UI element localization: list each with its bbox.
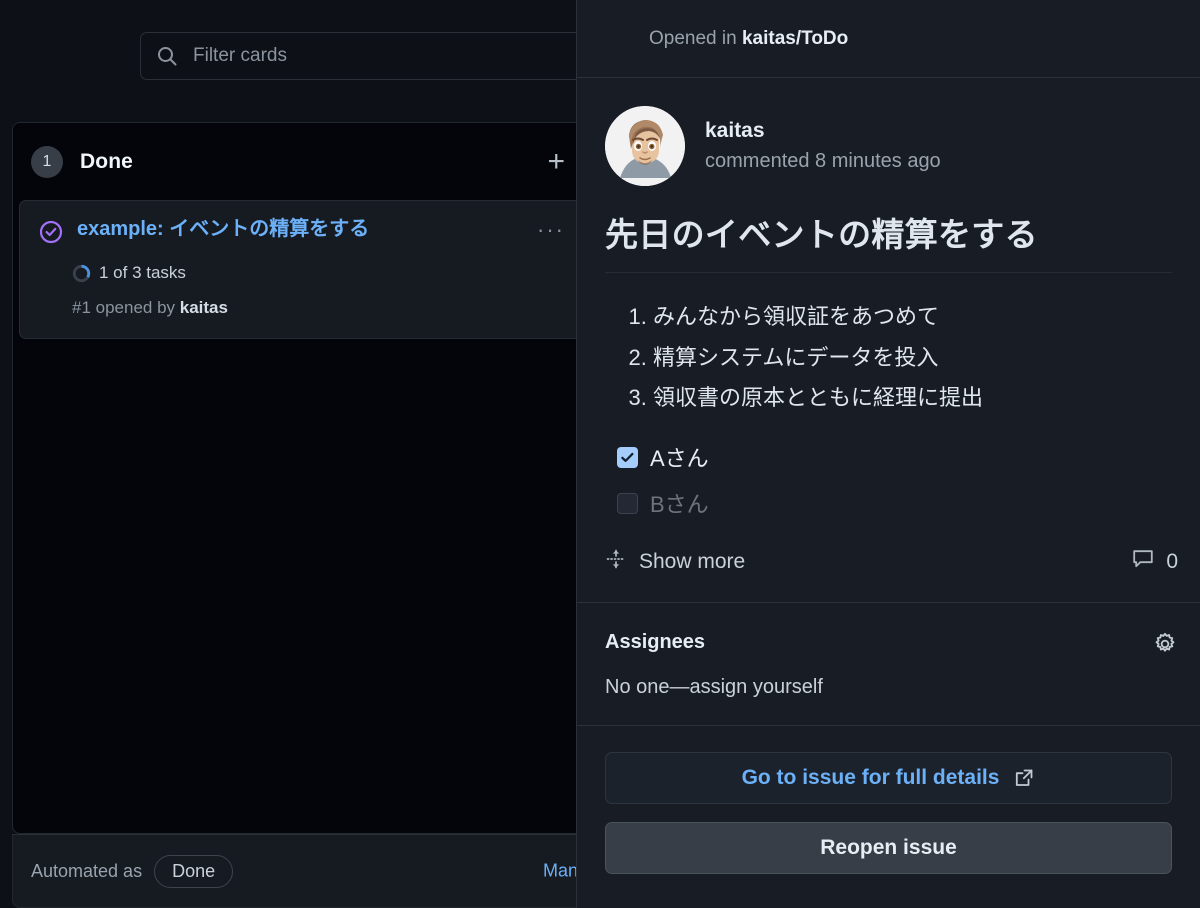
panel-topbar: Opened in kaitas/ToDo: [577, 0, 1200, 78]
board-card[interactable]: example: イベントの精算をする ··· 1 of 3 tasks #1 …: [19, 200, 581, 339]
issue-task-list: Aさん Bさん: [617, 441, 1172, 519]
add-card-button[interactable]: +: [547, 146, 565, 177]
assignees-value[interactable]: No one—assign yourself: [605, 676, 1176, 699]
search-icon: [155, 44, 179, 68]
opened-in-text: Opened in kaitas/ToDo: [649, 28, 848, 50]
card-task-progress: 1 of 3 tasks: [72, 263, 562, 283]
checkbox-checked-icon[interactable]: [617, 446, 638, 468]
avatar[interactable]: [605, 106, 685, 186]
task-label: Aさん: [650, 446, 709, 472]
assignees-section: Assignees No one—assign yourself: [577, 603, 1200, 727]
issue-heading: 先日のイベントの精算をする: [605, 208, 1172, 273]
assignees-title: Assignees: [605, 631, 706, 654]
comment-count[interactable]: 0: [1131, 547, 1178, 576]
task-progress-ring-icon: [72, 264, 91, 283]
list-item: 精算システムにデータを投入: [653, 338, 1172, 379]
comment-count-value: 0: [1166, 549, 1178, 573]
column-header: 1 Done +: [13, 123, 587, 200]
list-item: 領収書の原本とともに経理に提出: [653, 378, 1172, 419]
comment-icon: [1131, 547, 1155, 576]
show-more-label: Show more: [639, 549, 746, 573]
panel-actions: Go to issue for full details Reopen issu…: [577, 726, 1200, 875]
card-meta-prefix: #1 opened by: [72, 298, 180, 317]
automated-as-value: Done: [154, 854, 234, 888]
opened-in-repo[interactable]: kaitas/ToDo: [742, 28, 848, 49]
go-to-issue-label: Go to issue for full details: [741, 766, 1000, 790]
issue-side-panel: Opened in kaitas/ToDo kaitas commented 8…: [576, 0, 1200, 908]
card-meta: #1 opened by kaitas: [72, 298, 562, 318]
board-toolbar: [0, 0, 600, 86]
assignees-settings-button[interactable]: [1152, 631, 1178, 660]
column-title: Done: [80, 149, 133, 173]
task-list-item[interactable]: Aさん: [617, 441, 1172, 473]
card-task-progress-label: 1 of 3 tasks: [99, 263, 186, 282]
card-title[interactable]: example: イベントの精算をする: [77, 217, 369, 242]
card-meta-author: kaitas: [179, 298, 228, 317]
automated-as-label: Automated as: [31, 860, 143, 881]
list-item: みんなから領収証をあつめて: [653, 297, 1172, 338]
task-list-item[interactable]: Bさん: [617, 487, 1172, 519]
issue-ordered-list: みんなから領収証をあつめて 精算システムにデータを投入 領収書の原本とともに経理…: [605, 297, 1172, 419]
comment-header: kaitas commented 8 minutes ago: [577, 106, 1200, 186]
comment-author[interactable]: kaitas: [705, 119, 941, 143]
comment-header-text: kaitas commented 8 minutes ago: [705, 119, 941, 173]
unfold-icon: [605, 548, 627, 575]
issue-body: 先日のイベントの精算をする みんなから領収証をあつめて 精算システムにデータを投…: [577, 186, 1200, 519]
issue-closed-icon: [38, 219, 64, 250]
go-to-issue-button[interactable]: Go to issue for full details: [605, 752, 1172, 805]
reopen-issue-button[interactable]: Reopen issue: [605, 822, 1172, 875]
task-label: Bさん: [650, 492, 709, 518]
gear-icon: [1152, 631, 1178, 660]
filter-cards-field[interactable]: [140, 32, 600, 80]
screen: 1 Done + example: イベントの精算をする ···: [0, 0, 1200, 908]
column-footer: Automated as Done Manage: [12, 834, 588, 908]
opened-in-prefix: Opened in: [649, 27, 742, 49]
column-count-badge: 1: [31, 145, 63, 178]
issue-body-footer: Show more 0: [577, 533, 1200, 602]
board-column-done: 1 Done + example: イベントの精算をする ··· 1 of 3 …: [12, 122, 588, 834]
card-title-row: example: イベントの精算をする: [38, 217, 562, 250]
filter-cards-input[interactable]: [193, 45, 585, 67]
show-more-button[interactable]: Show more: [605, 548, 745, 575]
project-board: 1 Done + example: イベントの精算をする ···: [0, 0, 600, 908]
checkbox-unchecked-icon[interactable]: [617, 492, 638, 514]
comment-timestamp: commented 8 minutes ago: [705, 150, 941, 172]
card-more-options-button[interactable]: ···: [537, 219, 565, 241]
issue-comment-block: kaitas commented 8 minutes ago 先日のイベントの精…: [577, 78, 1200, 604]
external-link-icon: [1013, 767, 1035, 789]
